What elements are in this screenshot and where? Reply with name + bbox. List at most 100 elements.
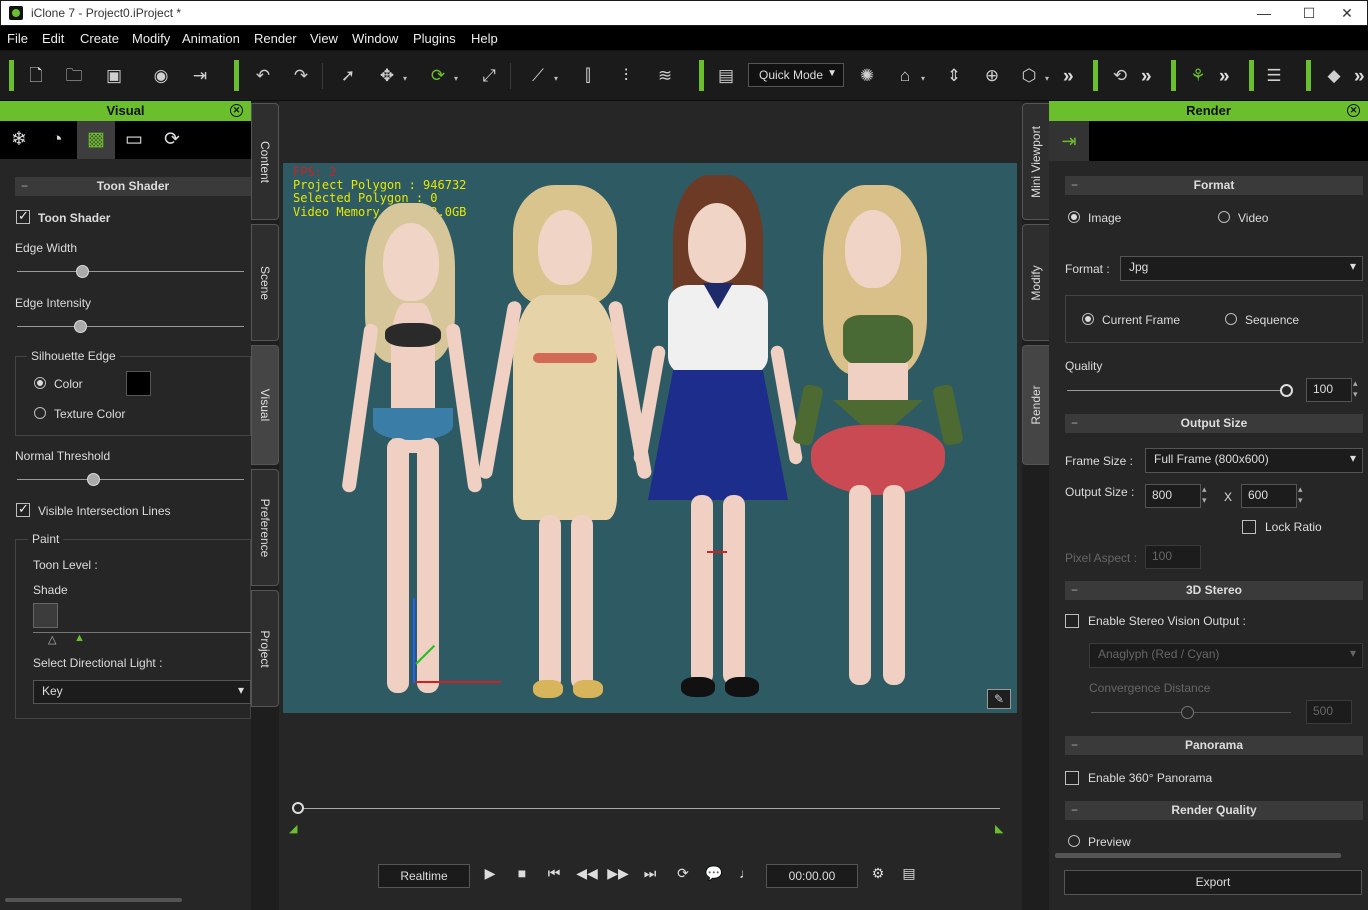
new-file-icon[interactable]: 🗋 bbox=[24, 64, 48, 88]
effects-tab-icon[interactable]: ⟳ bbox=[153, 121, 191, 159]
height-spinner[interactable] bbox=[1298, 484, 1310, 506]
last-frame-icon[interactable]: ⏭ bbox=[638, 865, 662, 882]
camera-icon[interactable]: ⬡ bbox=[1017, 64, 1049, 91]
hide-icon[interactable]: ≋ bbox=[653, 64, 677, 88]
toon-shader-checkbox[interactable] bbox=[16, 208, 30, 224]
timeline-toggle-icon[interactable]: ▤ bbox=[897, 865, 921, 882]
timeline-playhead[interactable] bbox=[292, 802, 304, 814]
toon-shader-tab-icon[interactable]: ▩ bbox=[77, 121, 115, 159]
more-chevron-icon[interactable]: » bbox=[1219, 66, 1230, 88]
scale-icon[interactable]: ⤢ bbox=[477, 64, 501, 88]
menu-window[interactable]: Window bbox=[352, 31, 398, 46]
align-icon[interactable]: ⫿ bbox=[576, 64, 600, 88]
quick-mode-dropdown[interactable]: Quick Mode ▼ bbox=[748, 63, 844, 87]
edge-intensity-knob[interactable] bbox=[73, 320, 87, 333]
texture-color-radio[interactable] bbox=[34, 407, 46, 419]
character-3[interactable] bbox=[632, 175, 804, 705]
tab-preference[interactable]: Preference bbox=[251, 469, 279, 586]
enable-stereo-checkbox[interactable] bbox=[1065, 614, 1079, 628]
stereo-section-header[interactable]: − 3D Stereo bbox=[1065, 581, 1363, 600]
minimize-button[interactable]: — bbox=[1244, 3, 1284, 23]
diamond-icon[interactable]: ◆ bbox=[1322, 64, 1346, 88]
silhouette-color-swatch[interactable] bbox=[126, 371, 151, 396]
previous-frame-icon[interactable]: ◀◀ bbox=[575, 865, 599, 882]
export-icon[interactable]: ⇥ bbox=[188, 64, 212, 88]
directional-light-dropdown[interactable]: Key bbox=[33, 680, 251, 704]
lock-ratio-checkbox[interactable] bbox=[1242, 520, 1256, 534]
menu-file[interactable]: File bbox=[7, 31, 28, 46]
maximize-button[interactable]: ☐ bbox=[1289, 3, 1329, 23]
format-dropdown[interactable]: Jpg bbox=[1120, 256, 1363, 281]
tab-scene[interactable]: Scene bbox=[251, 224, 279, 341]
export-button[interactable]: Export bbox=[1064, 870, 1362, 895]
color-radio[interactable] bbox=[34, 377, 46, 389]
more-chevron-icon[interactable]: » bbox=[1141, 66, 1152, 88]
character-icon[interactable]: ⚘ bbox=[1186, 64, 1210, 88]
range-start-marker-icon[interactable]: ◢ bbox=[289, 822, 297, 835]
quality-input[interactable]: 100 bbox=[1306, 378, 1352, 402]
image-radio[interactable] bbox=[1068, 211, 1080, 223]
format-section-header[interactable]: − Format bbox=[1065, 176, 1363, 195]
menu-plugins[interactable]: Plugins bbox=[413, 31, 456, 46]
move-icon[interactable]: ✥ bbox=[375, 64, 407, 91]
close-panel-icon[interactable]: ✕ bbox=[1347, 104, 1360, 117]
menu-create[interactable]: Create bbox=[80, 31, 119, 46]
toon-level-marker-icon[interactable]: △ bbox=[48, 633, 56, 646]
menu-edit[interactable]: Edit bbox=[42, 31, 64, 46]
quality-slider[interactable] bbox=[1067, 390, 1287, 391]
width-spinner[interactable] bbox=[1202, 484, 1214, 506]
layout-icon[interactable]: ▤ bbox=[714, 64, 738, 88]
range-end-marker-icon[interactable]: ◣ bbox=[995, 822, 1003, 835]
undo-icon[interactable]: ↶ bbox=[251, 64, 275, 88]
atmosphere-tab-icon[interactable]: ❄ bbox=[0, 121, 38, 159]
timeline-track[interactable] bbox=[298, 808, 1000, 809]
tab-render[interactable]: Render bbox=[1022, 345, 1050, 465]
subtitle-icon[interactable]: 💬 bbox=[702, 865, 726, 882]
normal-threshold-slider[interactable] bbox=[17, 479, 244, 480]
character-1[interactable] bbox=[341, 203, 493, 703]
edge-width-knob[interactable] bbox=[75, 265, 89, 278]
home-icon[interactable]: ⌂ bbox=[893, 64, 925, 91]
menu-animation[interactable]: Animation bbox=[182, 31, 240, 46]
tab-content[interactable]: Content bbox=[251, 103, 279, 220]
motion-icon[interactable]: ⟲ bbox=[1108, 64, 1132, 88]
height-input[interactable]: 600 bbox=[1241, 484, 1297, 508]
menu-render[interactable]: Render bbox=[254, 31, 297, 46]
light-icon[interactable]: ✺ bbox=[855, 64, 879, 88]
settings-gear-icon[interactable]: ⚙ bbox=[866, 865, 890, 882]
horizontal-scrollbar[interactable] bbox=[1055, 853, 1341, 858]
more-chevron-icon[interactable]: » bbox=[1063, 66, 1074, 88]
fit-all-icon[interactable]: ⊕ bbox=[980, 64, 1004, 88]
settings-sliders-icon[interactable]: ☰ bbox=[1262, 64, 1286, 88]
preview-radio[interactable] bbox=[1068, 835, 1080, 847]
rotate-icon[interactable]: ⟳ bbox=[426, 64, 458, 91]
more-chevron-icon[interactable]: » bbox=[1354, 66, 1365, 88]
loop-icon[interactable]: ⟳ bbox=[671, 865, 695, 882]
edge-intensity-slider[interactable] bbox=[17, 326, 244, 327]
3d-viewport[interactable]: FPS: 2 Project Polygon : 946732 Selected… bbox=[283, 163, 1017, 713]
quality-knob[interactable] bbox=[1280, 384, 1293, 397]
close-button[interactable]: ✕ bbox=[1327, 3, 1367, 23]
menu-modify[interactable]: Modify bbox=[132, 31, 170, 46]
tab-visual[interactable]: Visual bbox=[251, 345, 279, 465]
render-tab-icon[interactable]: ⇥ bbox=[1049, 121, 1089, 161]
time-field[interactable]: 00:00.00 bbox=[766, 864, 858, 888]
tab-project[interactable]: Project bbox=[251, 590, 279, 707]
output-size-section-header[interactable]: − Output Size bbox=[1065, 414, 1363, 433]
first-frame-icon[interactable]: ⏮ bbox=[542, 865, 566, 882]
tab-mini-viewport[interactable]: Mini Viewport bbox=[1022, 103, 1050, 220]
current-frame-radio[interactable] bbox=[1082, 313, 1094, 325]
toon-level-marker-active-icon[interactable]: ▲ bbox=[74, 632, 85, 644]
panorama-section-header[interactable]: − Panorama bbox=[1065, 736, 1363, 755]
save-icon[interactable]: ▣ bbox=[102, 64, 126, 88]
horizontal-scrollbar[interactable] bbox=[5, 898, 182, 902]
redo-icon[interactable]: ↷ bbox=[289, 64, 313, 88]
toon-shader-section-header[interactable]: − Toon Shader bbox=[15, 177, 251, 196]
video-radio[interactable] bbox=[1218, 211, 1230, 223]
snap-icon[interactable]: ⟋ bbox=[526, 64, 558, 91]
next-frame-icon[interactable]: ▶▶ bbox=[606, 865, 630, 882]
realtime-dropdown[interactable]: Realtime bbox=[378, 864, 470, 888]
edge-width-slider[interactable] bbox=[17, 271, 244, 272]
open-folder-icon[interactable]: 🗀 bbox=[62, 64, 86, 88]
menu-view[interactable]: View bbox=[310, 31, 338, 46]
